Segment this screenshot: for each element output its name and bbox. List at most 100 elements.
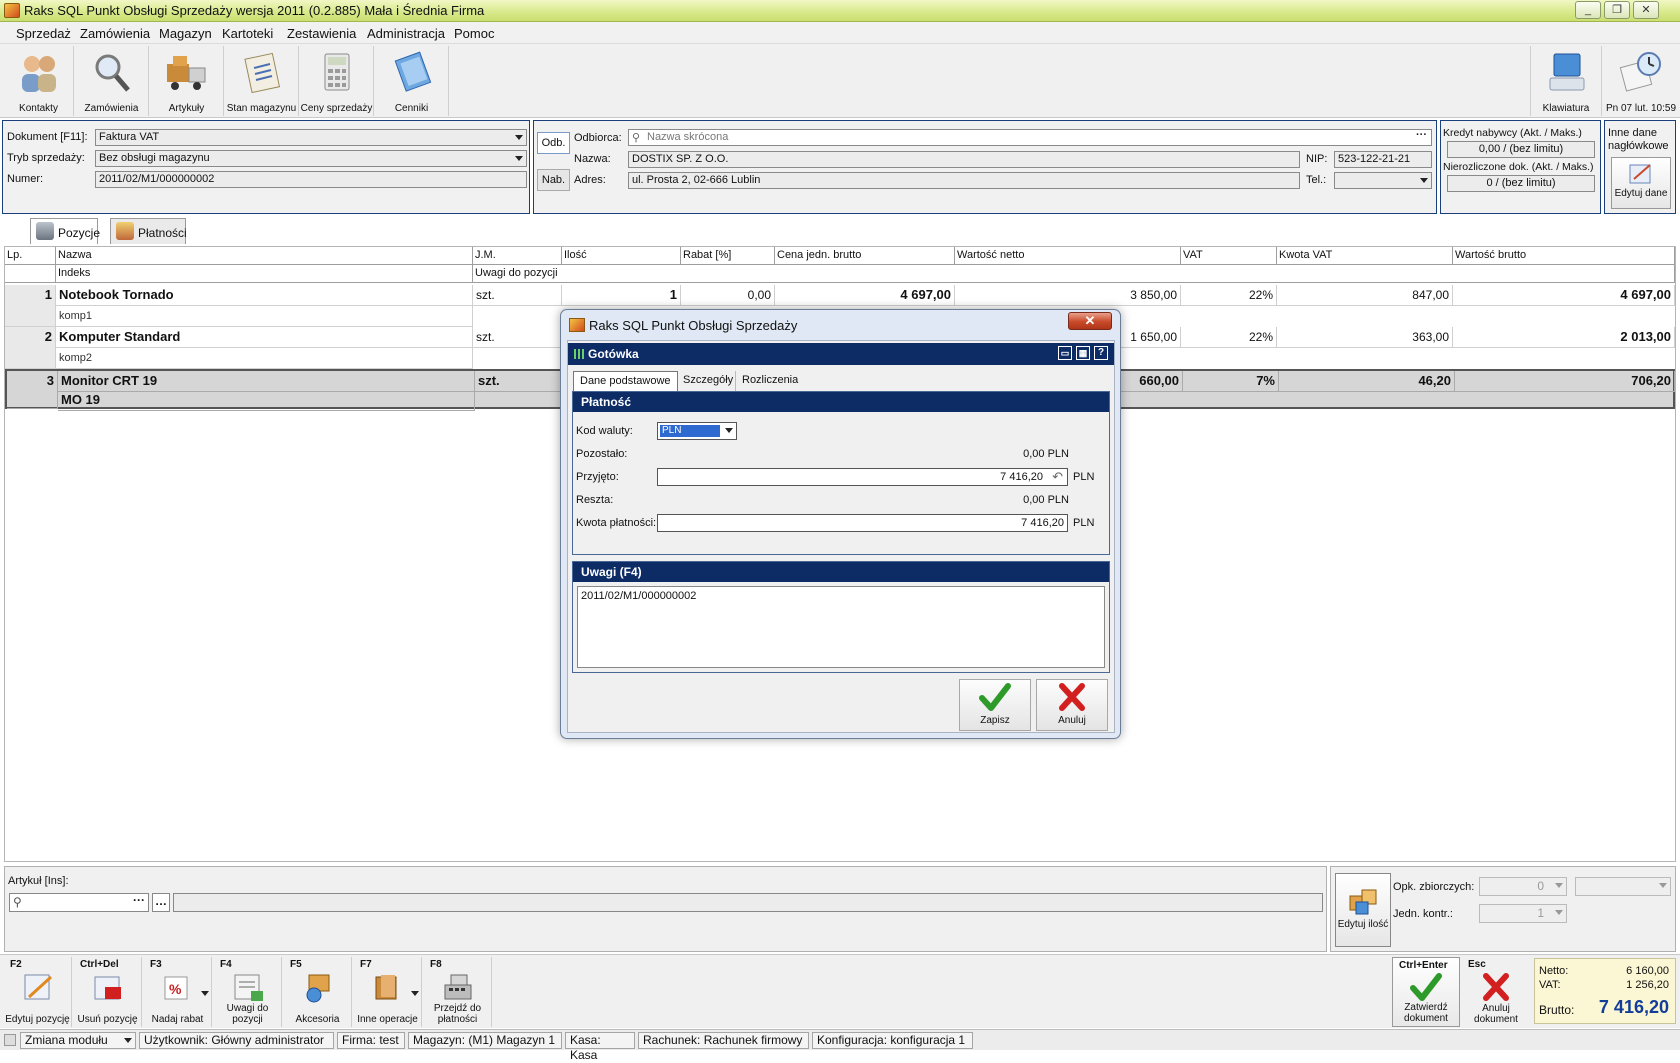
number-label: Numer: bbox=[7, 173, 44, 185]
chevron-down-icon[interactable] bbox=[411, 991, 419, 996]
row-vat-amount: 46,20 bbox=[1279, 371, 1455, 392]
menu-sprzedaz[interactable]: Sprzedaż bbox=[16, 26, 71, 41]
confirm-document-button[interactable]: Ctrl+Enter Zatwierdź dokument bbox=[1392, 957, 1460, 1027]
edit-document-icon bbox=[1629, 164, 1651, 184]
undo-icon[interactable]: ↶ bbox=[1052, 469, 1063, 485]
cancel-button[interactable]: Anuluj bbox=[1036, 679, 1108, 731]
more-icon[interactable]: ··· bbox=[133, 893, 145, 907]
tel-select[interactable] bbox=[1334, 172, 1432, 189]
col-qty[interactable]: Ilość bbox=[562, 247, 681, 265]
name-label: Nazwa: bbox=[574, 153, 611, 165]
nip-field[interactable]: 523-122-21-21 bbox=[1334, 151, 1432, 168]
menu-administracja[interactable]: Administracja bbox=[367, 26, 445, 41]
tab-payments[interactable]: Płatności bbox=[110, 218, 187, 244]
pricelists-button[interactable]: Cenniki bbox=[375, 46, 449, 116]
menu-pomoc[interactable]: Pomoc bbox=[454, 26, 494, 41]
number-field[interactable]: 2011/02/M1/000000002 bbox=[95, 171, 527, 188]
chevron-down-icon bbox=[1420, 178, 1428, 183]
go-to-payment-button[interactable]: F8 Przejdź do płatności bbox=[424, 957, 492, 1027]
more-icon[interactable]: ··· bbox=[1416, 128, 1427, 143]
bulk-unit-select[interactable] bbox=[1575, 877, 1671, 896]
prices-button[interactable]: Ceny sprzedaży bbox=[300, 46, 374, 116]
credit-panel: Kredyt nabywcy (Akt. / Maks.) 0,00 / (be… bbox=[1440, 120, 1601, 214]
received-input[interactable]: 7 416,20 ↶ bbox=[657, 468, 1068, 486]
delete-position-button[interactable]: Ctrl+Del Usuń pozycję bbox=[74, 957, 142, 1027]
edit-position-button[interactable]: F2 Edytuj pozycję bbox=[4, 957, 72, 1027]
tab-buyer[interactable]: Nab. bbox=[537, 169, 570, 191]
menu-magazyn[interactable]: Magazyn bbox=[159, 26, 212, 41]
bulk-packages-input[interactable]: 0 bbox=[1479, 877, 1567, 896]
window-icon[interactable]: ▭ bbox=[1058, 346, 1072, 360]
menu-kartoteki[interactable]: Kartoteki bbox=[222, 26, 273, 41]
calendar-clock[interactable]: Pn 07 lut. 10:59 bbox=[1604, 46, 1678, 116]
help-icon[interactable]: ? bbox=[1094, 346, 1108, 360]
articles-button[interactable]: Artykuły bbox=[150, 46, 224, 116]
control-units-input[interactable]: 1 bbox=[1479, 904, 1567, 923]
contacts-button[interactable]: Kontakty bbox=[4, 46, 74, 116]
tab-recipient[interactable]: Odb. bbox=[537, 132, 570, 154]
folder-icon bbox=[371, 971, 405, 1003]
col-notes[interactable]: Uwagi do pozycji bbox=[473, 265, 1675, 283]
amount-input[interactable]: 7 416,20 bbox=[657, 514, 1068, 532]
credit-value: 0,00 / (bez limitu) bbox=[1447, 141, 1595, 158]
save-button[interactable]: Zapisz bbox=[959, 679, 1031, 731]
tab-details[interactable]: Szczegóły bbox=[677, 371, 739, 391]
grid-icon bbox=[574, 349, 584, 359]
chevron-down-icon[interactable] bbox=[201, 991, 209, 996]
article-search-input[interactable]: ⚲ ··· bbox=[9, 893, 149, 912]
col-discount[interactable]: Rabat [%] bbox=[681, 247, 775, 265]
name-field[interactable]: DOSTIX SP. Z O.O. bbox=[628, 151, 1300, 168]
go-to-payment-label: Przejdź do płatności bbox=[433, 1003, 482, 1025]
notes-textarea[interactable]: 2011/02/M1/000000002 bbox=[577, 586, 1105, 668]
edit-quantity-button[interactable]: Edytuj ilość bbox=[1335, 873, 1391, 947]
grid-view-icon[interactable]: ▦ bbox=[1076, 346, 1090, 360]
tab-settlements[interactable]: Rozliczenia bbox=[735, 371, 804, 391]
col-index[interactable]: Indeks bbox=[56, 265, 473, 283]
recipient-search-input[interactable]: ⚲ Nazwa skrócona ··· bbox=[628, 129, 1432, 146]
cross-icon bbox=[1479, 971, 1513, 1003]
other-operations-button[interactable]: F7 Inne operacje bbox=[354, 957, 422, 1027]
tab-positions[interactable]: Pozycje bbox=[30, 218, 100, 244]
position-notes-button[interactable]: F4 Uwagi do pozycji bbox=[214, 957, 282, 1027]
chevron-down-icon bbox=[1555, 910, 1563, 915]
document-type-select[interactable]: Faktura VAT bbox=[95, 129, 527, 146]
col-name[interactable]: Nazwa bbox=[56, 247, 473, 265]
svg-text:%: % bbox=[169, 981, 182, 997]
orders-button[interactable]: Zamówienia bbox=[75, 46, 149, 116]
search-icon: ⚲ bbox=[632, 132, 641, 144]
sale-mode-value: Bez obsługi magazynu bbox=[99, 152, 210, 164]
menu-zamowienia[interactable]: Zamówienia bbox=[80, 26, 150, 41]
module-switch-select[interactable]: Zmiana modułu bbox=[20, 1032, 136, 1049]
keyboard-button[interactable]: Klawiatura bbox=[1530, 46, 1602, 116]
col-lp-sub bbox=[5, 265, 56, 283]
shortcut-key: F5 bbox=[290, 959, 302, 970]
tab-basic-data[interactable]: Dane podstawowe bbox=[573, 371, 678, 391]
edit-icon bbox=[21, 971, 55, 1003]
truck-icon bbox=[165, 50, 209, 94]
close-window-button[interactable]: ✕ bbox=[1633, 1, 1659, 19]
menu-zestawienia[interactable]: Zestawienia bbox=[287, 26, 356, 41]
article-browse-button[interactable]: … bbox=[152, 893, 170, 912]
col-lp[interactable]: Lp. bbox=[5, 247, 56, 265]
discount-button[interactable]: F3 % Nadaj rabat bbox=[144, 957, 212, 1027]
accessories-button[interactable]: F5 Akcesoria bbox=[284, 957, 352, 1027]
currency-select[interactable]: PLN bbox=[657, 422, 737, 440]
edit-header-button[interactable]: Edytuj dane bbox=[1611, 157, 1671, 209]
dialog-close-button[interactable]: ✕ bbox=[1068, 312, 1112, 330]
col-net[interactable]: Wartość netto bbox=[955, 247, 1181, 265]
stock-button[interactable]: Stan magazynu bbox=[225, 46, 299, 116]
control-units-label: Jedn. kontr.: bbox=[1393, 908, 1453, 920]
col-unit[interactable]: J.M. bbox=[473, 247, 562, 265]
col-gross[interactable]: Wartość brutto bbox=[1453, 247, 1675, 265]
col-vat-amount[interactable]: Kwota VAT bbox=[1277, 247, 1453, 265]
sale-mode-select[interactable]: Bez obsługi magazynu bbox=[95, 150, 527, 167]
restore-button[interactable]: ❐ bbox=[1604, 1, 1630, 19]
col-price[interactable]: Cena jedn. brutto bbox=[775, 247, 955, 265]
position-notes-label: Uwagi do pozycji bbox=[226, 1003, 269, 1025]
row-unit: szt. bbox=[473, 327, 562, 348]
address-field[interactable]: ul. Prosta 2, 02-666 Lublin bbox=[628, 172, 1300, 189]
row-index: komp1 bbox=[56, 306, 473, 327]
cancel-document-button[interactable]: Esc Anuluj dokument bbox=[1462, 957, 1530, 1027]
minimize-button[interactable]: _ bbox=[1575, 1, 1601, 19]
col-vat[interactable]: VAT bbox=[1181, 247, 1277, 265]
